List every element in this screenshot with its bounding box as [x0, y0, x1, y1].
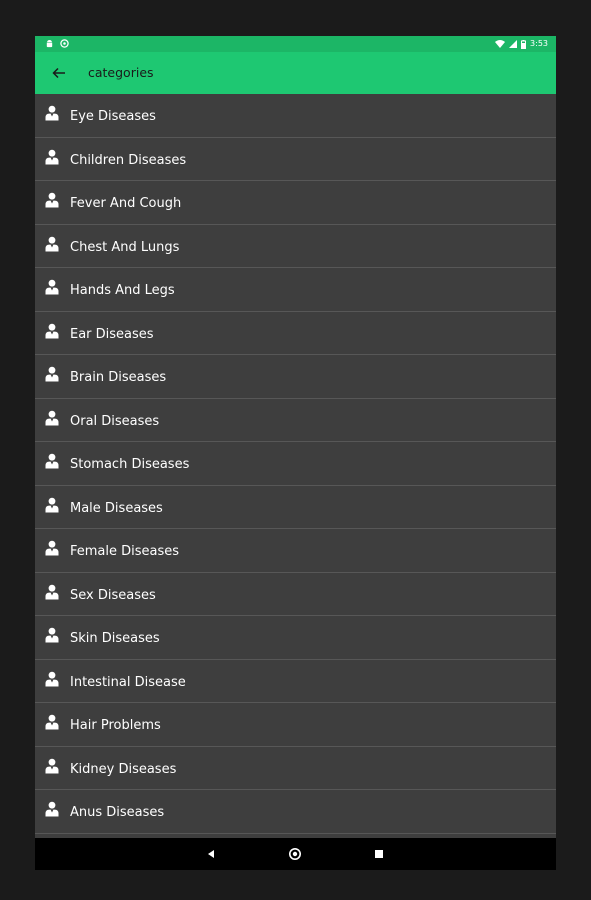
- person-icon: [45, 236, 59, 251]
- battery-icon: [521, 39, 527, 49]
- list-item[interactable]: Male Diseases: [35, 485, 556, 529]
- list-item[interactable]: Oral Diseases: [35, 398, 556, 442]
- status-notifications: [45, 39, 69, 48]
- list-item-label: Oral Diseases: [70, 413, 160, 429]
- person-icon: [45, 410, 59, 425]
- status-time: 3:53: [530, 39, 548, 48]
- list-item-label: Brain Diseases: [70, 370, 167, 385]
- list-item[interactable]: Fever And Cough: [35, 181, 556, 225]
- person-icon: [45, 540, 59, 556]
- list-item-label: Sex Diseases: [70, 587, 156, 603]
- recents-square-icon: [375, 850, 383, 858]
- app-bar: categories: [35, 52, 556, 94]
- android-icon: [46, 39, 53, 48]
- list-item-label: Female Diseases: [70, 544, 180, 559]
- back-triangle-icon: [208, 850, 214, 858]
- list-item[interactable]: Sex Diseases: [35, 572, 556, 616]
- signal-icon: [509, 40, 518, 48]
- nav-back-button[interactable]: [203, 846, 219, 862]
- category-list: Eye Diseases Children Diseases Fever And C…: [35, 94, 556, 838]
- list-item[interactable]: Kidney Diseases: [35, 746, 556, 790]
- list-item-label: Fever And Cough: [70, 196, 182, 211]
- settings-notification-icon: [60, 39, 69, 48]
- person-icon: [45, 149, 59, 164]
- list-item[interactable]: Eye Diseases: [35, 94, 556, 138]
- person-icon: [45, 584, 59, 599]
- list-item-label: Children Diseases: [70, 152, 187, 168]
- list-item[interactable]: Intestinal Disease: [35, 659, 556, 703]
- list-item-label: Skin Diseases: [70, 631, 160, 646]
- nav-home-button[interactable]: [287, 846, 303, 862]
- home-icon: [289, 848, 301, 860]
- page-title: categories: [88, 65, 154, 80]
- person-icon: [45, 627, 59, 643]
- list-item[interactable]: Children Diseases: [35, 137, 556, 181]
- person-icon: [45, 192, 59, 208]
- nav-recents-button[interactable]: [371, 846, 387, 862]
- arrow-back-icon: [52, 67, 65, 79]
- list-item-label: Kidney Diseases: [70, 761, 177, 777]
- list-item-label: Hands And Legs: [70, 283, 175, 298]
- list-item[interactable]: Female Diseases: [35, 529, 556, 573]
- back-button[interactable]: [47, 61, 71, 85]
- navigation-bar: [35, 838, 556, 870]
- list-item[interactable]: Ear Diseases: [35, 311, 556, 355]
- device-screen: 3:53 categories Eye Diseases Children Dis…: [35, 36, 556, 870]
- list-item-label: Anus Diseases: [70, 805, 165, 820]
- list-item-label: Stomach Diseases: [70, 457, 190, 472]
- status-bar: 3:53: [35, 36, 556, 52]
- list-item-label: Male Diseases: [70, 500, 163, 516]
- list-item[interactable]: Skin Diseases: [35, 616, 556, 660]
- list-item[interactable]: Anus Diseases: [35, 790, 556, 834]
- wifi-icon: [495, 39, 506, 48]
- person-icon: [45, 366, 59, 382]
- status-indicators: 3:53: [495, 38, 548, 50]
- person-icon: [45, 453, 59, 469]
- person-icon: [45, 323, 59, 338]
- list-item-label: Hair Problems: [70, 718, 161, 733]
- person-icon: [45, 801, 59, 817]
- list-item[interactable]: Brain Diseases: [35, 355, 556, 399]
- list-item-label: Intestinal Disease: [70, 674, 186, 690]
- list-item-label: Chest And Lungs: [70, 239, 180, 255]
- list-item-label: Eye Diseases: [70, 109, 156, 124]
- list-item[interactable]: Chest And Lungs: [35, 224, 556, 268]
- person-icon: [45, 497, 59, 512]
- person-icon: [45, 671, 59, 686]
- list-item[interactable]: Hair Problems: [35, 703, 556, 747]
- person-icon: [45, 714, 59, 730]
- list-item[interactable]: Hands And Legs: [35, 268, 556, 312]
- list-item[interactable]: Stomach Diseases: [35, 442, 556, 486]
- person-icon: [45, 758, 59, 773]
- list-item-label: Ear Diseases: [70, 326, 154, 342]
- person-icon: [45, 105, 59, 121]
- person-icon: [45, 279, 59, 295]
